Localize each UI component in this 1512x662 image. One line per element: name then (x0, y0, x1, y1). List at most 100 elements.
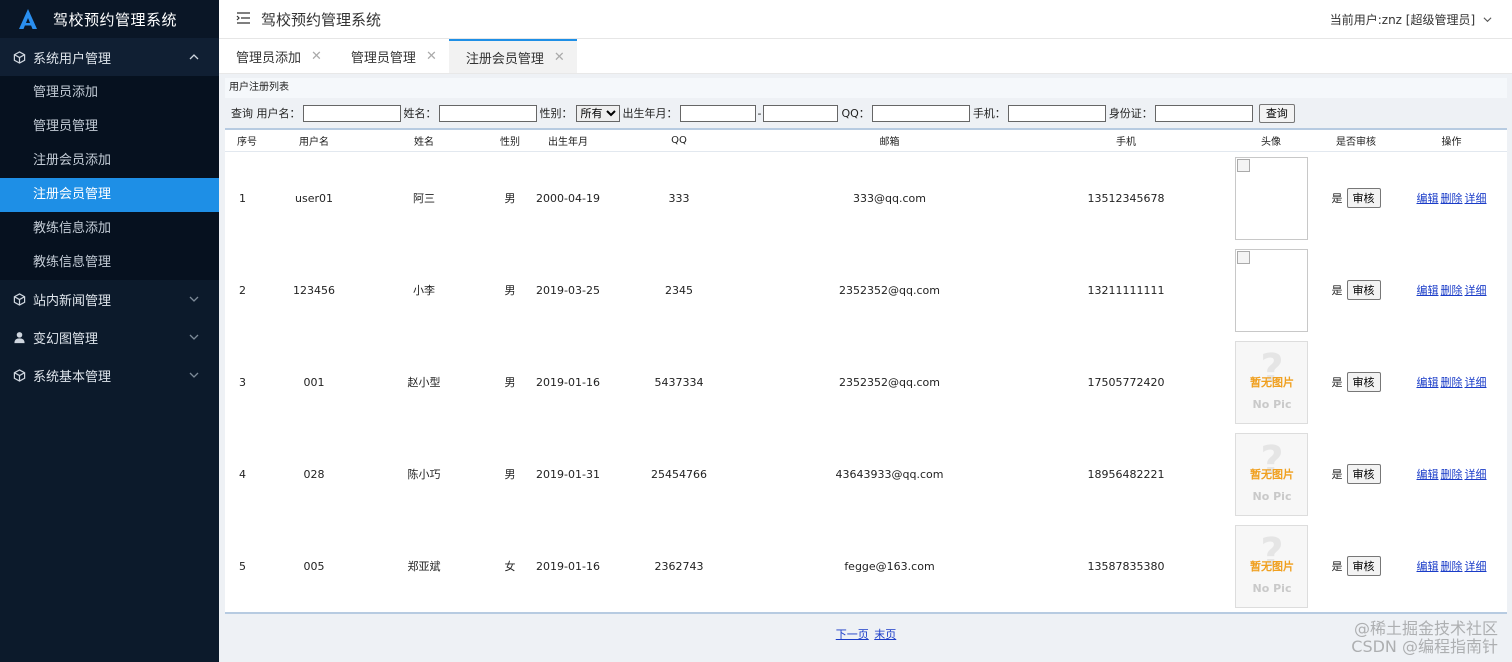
cell-birth: 2019-01-31 (536, 467, 600, 481)
audit-button[interactable]: 审核 (1346, 556, 1381, 576)
cell-username: 005 (303, 559, 325, 573)
no-pic-text: 暂无图片 (1250, 559, 1294, 573)
cell-name: 阿三 (413, 192, 435, 205)
cell-avatar: ? 暂无图片 No Pic (1226, 336, 1316, 428)
gender-label: 性别： (539, 107, 573, 120)
current-user-menu[interactable]: 当前用户:znz [超级管理员] (1330, 11, 1492, 28)
cell-no: 4 (239, 467, 246, 481)
watermark-line: @稀土掘金技术社区 (1353, 619, 1498, 638)
cell-avatar: ? 暂无图片 No Pic (1226, 428, 1316, 520)
edit-link[interactable]: 编辑 (1417, 284, 1439, 297)
audit-status: 是 (1331, 192, 1343, 205)
delete-link[interactable]: 删除 (1441, 376, 1463, 389)
sidebar-item-admin-add[interactable]: 管理员添加 (0, 76, 219, 110)
tab-member-manage[interactable]: 注册会员管理 ✕ (448, 39, 577, 73)
delete-link[interactable]: 删除 (1441, 468, 1463, 481)
delete-link[interactable]: 删除 (1441, 560, 1463, 573)
delete-link[interactable]: 删除 (1441, 284, 1463, 297)
cell-qq: 2345 (665, 283, 693, 297)
table-row: 1 user01 阿三 男 2000-04-19 333 333@qq.com … (225, 152, 1507, 245)
audit-button[interactable]: 审核 (1346, 280, 1381, 300)
edit-link[interactable]: 编辑 (1417, 192, 1439, 205)
cell-qq: 333 (668, 191, 690, 205)
cell-email: 2352352@qq.com (839, 375, 940, 389)
table-row: 4 028 陈小巧 男 2019-01-31 25454766 43643933… (225, 428, 1507, 520)
cell-username: user01 (295, 191, 333, 205)
menu-group-banner[interactable]: 变幻图管理 (0, 318, 219, 356)
delete-link[interactable]: 删除 (1441, 192, 1463, 205)
cell-username: 001 (303, 375, 325, 389)
cube-icon (13, 50, 26, 64)
sidebar-item-admin-manage[interactable]: 管理员管理 (0, 110, 219, 144)
sidebar-item-member-manage[interactable]: 注册会员管理 (0, 178, 219, 212)
watermark: @稀土掘金技术社区 CSDN @编程指南针 (1351, 620, 1498, 656)
cube-icon (13, 368, 26, 382)
audit-button[interactable]: 审核 (1346, 464, 1381, 484)
birth-start-input[interactable] (679, 104, 756, 122)
detail-link[interactable]: 详细 (1465, 284, 1487, 297)
audit-button[interactable]: 审核 (1346, 372, 1381, 392)
table-row: 5 005 郑亚斌 女 2019-01-16 2362743 fegge@163… (225, 520, 1507, 613)
cell-email: 43643933@qq.com (835, 467, 944, 481)
next-page-link[interactable]: 下一页 (836, 628, 869, 641)
no-pic-text-en: No Pic (1252, 581, 1292, 595)
close-icon[interactable]: ✕ (426, 49, 437, 64)
search-button[interactable]: 查询 (1258, 103, 1295, 123)
edit-link[interactable]: 编辑 (1417, 376, 1439, 389)
column-header: 姓名 (359, 129, 489, 152)
broken-image-icon (1236, 250, 1250, 264)
audit-status: 是 (1331, 560, 1343, 573)
menu-fold-icon[interactable] (236, 11, 251, 25)
menu-group-label: 站内新闻管理 (33, 293, 112, 309)
member-list-panel: 用户注册列表 查询 用户名： 姓名： 性别： 所有 出生年月： - QQ： 手机… (225, 78, 1507, 642)
menu-group-system-users[interactable]: 系统用户管理 (0, 38, 219, 76)
close-icon[interactable]: ✕ (554, 50, 565, 65)
last-page-link[interactable]: 末页 (874, 628, 896, 641)
cell-phone: 13587835380 (1087, 559, 1165, 573)
cell-birth: 2019-01-16 (536, 375, 600, 389)
name-input[interactable] (438, 104, 537, 122)
cell-no: 3 (239, 375, 246, 389)
table-body: 1 user01 阿三 男 2000-04-19 333 333@qq.com … (225, 152, 1507, 614)
sidebar-item-coach-manage[interactable]: 教练信息管理 (0, 246, 219, 280)
audit-button[interactable]: 审核 (1346, 188, 1381, 208)
cell-ops: 编辑 删除 详细 (1396, 152, 1507, 245)
edit-link[interactable]: 编辑 (1417, 560, 1439, 573)
cell-ops: 编辑 删除 详细 (1396, 244, 1507, 336)
edit-link[interactable]: 编辑 (1417, 468, 1439, 481)
close-icon[interactable]: ✕ (311, 49, 322, 64)
tab-admin-add[interactable]: 管理员添加 ✕ (219, 39, 334, 73)
tab-label: 管理员添加 (236, 50, 302, 66)
cell-audit: 是审核 (1316, 428, 1396, 520)
username-input[interactable] (302, 104, 401, 122)
cell-phone: 17505772420 (1087, 375, 1165, 389)
detail-link[interactable]: 详细 (1465, 192, 1487, 205)
column-header: 手机 (1026, 129, 1226, 152)
tab-admin-manage[interactable]: 管理员管理 ✕ (334, 39, 449, 73)
menu-group-news[interactable]: 站内新闻管理 (0, 280, 219, 318)
cell-audit: 是审核 (1316, 336, 1396, 428)
gender-select[interactable]: 所有 (575, 104, 620, 122)
phone-label: 手机： (972, 107, 1006, 120)
sidebar: 驾校预约管理系统 系统用户管理 管理员添加 管理员管理 注册会员添加 注册会员管… (0, 0, 219, 662)
menu-group-basic[interactable]: 系统基本管理 (0, 356, 219, 394)
sidebar-item-member-add[interactable]: 注册会员添加 (0, 144, 219, 178)
qq-input[interactable] (871, 104, 970, 122)
column-header: QQ (605, 129, 753, 152)
column-header: 操作 (1396, 129, 1507, 152)
sidebar-item-coach-add[interactable]: 教练信息添加 (0, 212, 219, 246)
birth-end-input[interactable] (763, 104, 839, 122)
detail-link[interactable]: 详细 (1465, 468, 1487, 481)
avatar-image (1234, 156, 1308, 240)
header-title: 驾校预约管理系统 (261, 11, 382, 29)
cell-avatar (1226, 244, 1316, 336)
detail-link[interactable]: 详细 (1465, 560, 1487, 573)
column-header: 是否审核 (1316, 129, 1396, 152)
cell-audit: 是审核 (1316, 244, 1396, 336)
idcard-input[interactable] (1154, 104, 1253, 122)
detail-link[interactable]: 详细 (1465, 376, 1487, 389)
no-pic-text-en: No Pic (1252, 489, 1292, 503)
audit-status: 是 (1331, 284, 1343, 297)
avatar-image (1234, 248, 1308, 332)
phone-input[interactable] (1007, 104, 1106, 122)
